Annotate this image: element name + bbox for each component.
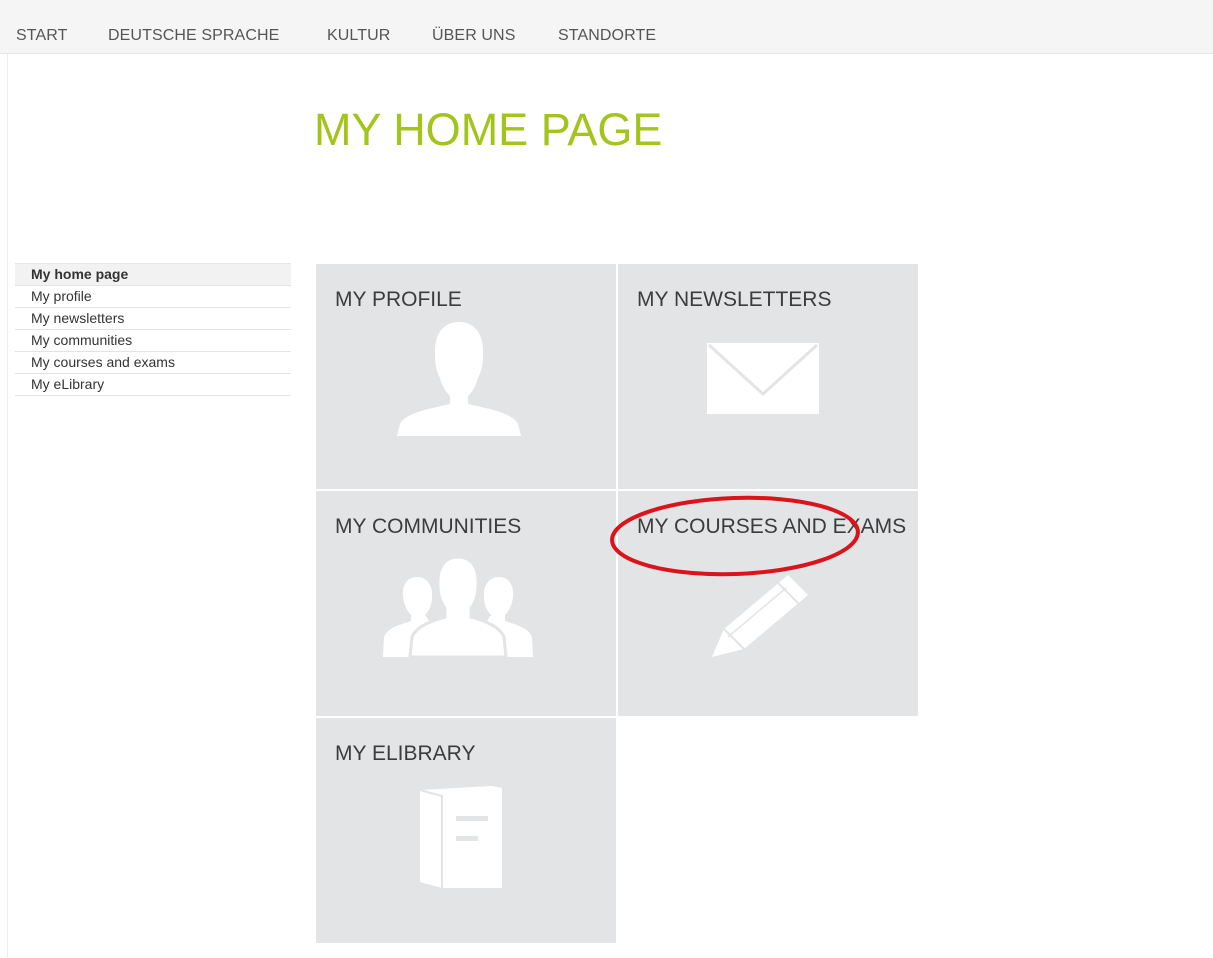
sidebar-item-my-profile[interactable]: My profile (15, 286, 291, 308)
sidebar-item-my-communities[interactable]: My communities (15, 330, 291, 352)
tile-my-courses-and-exams[interactable]: MY COURSES AND EXAMS (618, 491, 918, 716)
nav-deutsche-sprache[interactable]: DEUTSCHE SPRACHE (108, 27, 279, 45)
sidebar-item-my-elibrary[interactable]: My eLibrary (15, 374, 291, 396)
sidebar-menu: My home page My profile My newsletters M… (15, 263, 291, 396)
top-navigation: START DEUTSCHE SPRACHE KULTUR ÜBER UNS S… (0, 0, 1213, 54)
envelope-icon (707, 343, 819, 414)
page: START DEUTSCHE SPRACHE KULTUR ÜBER UNS S… (0, 0, 1213, 958)
nav-kultur[interactable]: KULTUR (327, 27, 390, 45)
sidebar-item-my-courses-and-exams[interactable]: My courses and exams (15, 352, 291, 374)
tile-title: MY ELIBRARY (335, 742, 476, 765)
pencil-icon (712, 575, 808, 657)
tile-title: MY PROFILE (335, 288, 462, 311)
nav-standorte[interactable]: STANDORTE (558, 27, 656, 45)
tile-title: MY COMMUNITIES (335, 515, 522, 538)
nav-start[interactable]: START (16, 27, 67, 45)
sidebar-item-my-newsletters[interactable]: My newsletters (15, 308, 291, 330)
person-icon (397, 322, 521, 436)
tile-title: MY NEWSLETTERS (637, 288, 832, 311)
tile-my-newsletters[interactable]: MY NEWSLETTERS (618, 264, 918, 489)
nav-ueber-uns[interactable]: ÜBER UNS (432, 27, 515, 45)
tile-my-communities[interactable]: MY COMMUNITIES (316, 491, 616, 716)
group-icon (383, 555, 533, 659)
tile-title: MY COURSES AND EXAMS (637, 515, 907, 538)
book-icon (419, 786, 502, 888)
tile-my-elibrary[interactable]: MY ELIBRARY (316, 718, 616, 943)
page-left-border (7, 54, 8, 958)
page-title: MY HOME PAGE (314, 104, 663, 155)
tile-my-profile[interactable]: MY PROFILE (316, 264, 616, 489)
sidebar-item-my-home-page[interactable]: My home page (15, 264, 291, 286)
